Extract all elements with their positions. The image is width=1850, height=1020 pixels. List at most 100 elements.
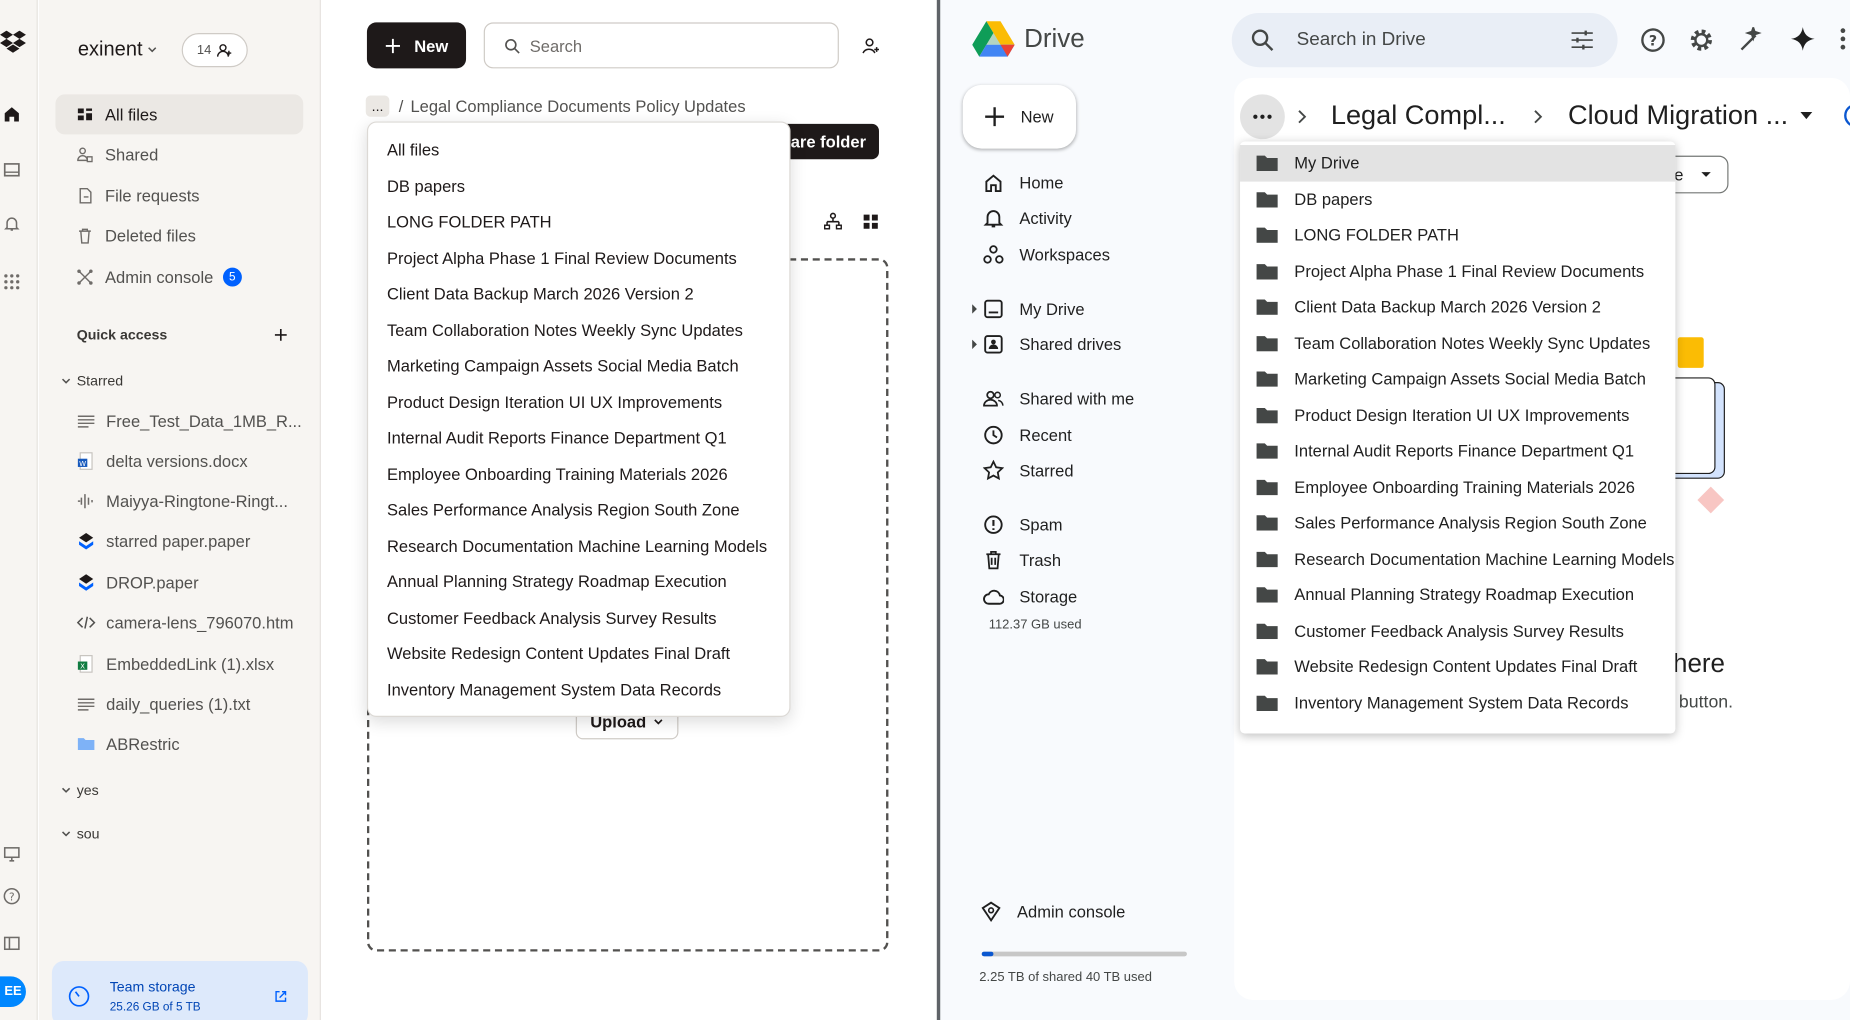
nav-item-recent[interactable]: Recent [983, 417, 1072, 452]
menu-item[interactable]: Project Alpha Phase 1 Final Review Docum… [368, 240, 789, 276]
home-icon[interactable] [2, 105, 21, 124]
more-vertical-icon[interactable] [1839, 26, 1846, 52]
nav-item-home[interactable]: Home [983, 165, 1063, 200]
new-button[interactable]: New [366, 22, 467, 69]
menu-item[interactable]: Annual Planning Strategy Roadmap Executi… [1240, 577, 1675, 613]
menu-item[interactable]: Marketing Campaign Assets Social Media B… [368, 348, 789, 384]
add-person-icon[interactable] [861, 37, 880, 56]
sidebar-item-all-files[interactable]: All files [55, 94, 304, 135]
magic-icon[interactable] [1738, 27, 1764, 53]
menu-item[interactable]: Website Redesign Content Updates Final D… [1240, 649, 1675, 685]
search-input[interactable]: Search [483, 22, 839, 69]
dropbox-logo-icon[interactable] [0, 30, 26, 55]
nav-item-workspaces[interactable]: Workspaces [983, 237, 1110, 272]
sidebar-toggle-icon[interactable] [2, 934, 21, 953]
menu-item[interactable]: Client Data Backup March 2026 Version 2 [368, 276, 789, 312]
sidebar-item-label: All files [105, 104, 158, 124]
invite-members-button[interactable]: 14 [181, 33, 248, 68]
starred-item[interactable]: Wdelta versions.docx [77, 443, 248, 478]
group-toggle[interactable]: sou [60, 825, 100, 842]
menu-item[interactable]: DB papers [368, 168, 789, 204]
starred-item-label: DROP.paper [106, 573, 199, 592]
menu-item[interactable]: Inventory Management System Data Records [1240, 685, 1675, 721]
desktop-app-icon[interactable] [2, 844, 21, 863]
menu-item[interactable]: Customer Feedback Analysis Survey Result… [1240, 613, 1675, 649]
drive-logo[interactable]: Drive [972, 20, 1085, 58]
starred-item[interactable]: X EmbeddedLink (1).xlsx [77, 646, 274, 681]
nav-item-spam[interactable]: Spam [983, 507, 1063, 542]
starred-section-toggle[interactable]: Starred [60, 373, 123, 389]
starred-item[interactable]: starred paper.paper [77, 524, 250, 559]
help-icon[interactable]: ? [2, 887, 21, 906]
breadcrumb-folder[interactable]: Legal Compl... [1331, 99, 1506, 131]
menu-item[interactable]: Internal Audit Reports Finance Departmen… [1240, 433, 1675, 469]
menu-item[interactable]: Internal Audit Reports Finance Departmen… [368, 420, 789, 456]
starred-item[interactable]: DROP.paper [77, 565, 199, 600]
starred-item[interactable]: Free_Test_Data_1MB_R... [77, 403, 302, 438]
breadcrumb-current[interactable]: Legal Compliance Documents Policy Update… [410, 97, 745, 116]
gear-icon[interactable] [1688, 27, 1714, 53]
starred-item[interactable]: Maiyya-Ringtone-Ringt... [77, 483, 288, 518]
menu-item[interactable]: DB papers [1240, 181, 1675, 217]
menu-item[interactable]: Sales Performance Analysis Region South … [368, 492, 789, 528]
nav-item-shared-with-me[interactable]: Shared with me [983, 381, 1134, 416]
nav-item-shared-drives[interactable]: Shared drives [983, 327, 1121, 362]
nav-item-my-drive[interactable]: My Drive [983, 291, 1085, 326]
gemini-sparkle-icon[interactable] [1790, 26, 1816, 52]
menu-item[interactable]: Client Data Backup March 2026 Version 2 [1240, 289, 1675, 325]
menu-item[interactable]: Annual Planning Strategy Roadmap Executi… [368, 564, 789, 600]
photos-icon[interactable] [2, 160, 21, 179]
menu-item[interactable]: Customer Feedback Analysis Survey Result… [368, 600, 789, 636]
team-storage-card[interactable]: Team storage 25.26 GB of 5 TB [51, 961, 308, 1020]
expand-arrow-icon[interactable] [971, 339, 978, 350]
structure-icon[interactable] [824, 212, 843, 231]
menu-item[interactable]: Employee Onboarding Training Materials 2… [1240, 469, 1675, 505]
breadcrumb-more-button[interactable] [1240, 94, 1285, 140]
menu-item[interactable]: Marketing Campaign Assets Social Media B… [1240, 361, 1675, 397]
menu-item[interactable]: Project Alpha Phase 1 Final Review Docum… [1240, 253, 1675, 289]
apps-grid-icon[interactable] [2, 272, 21, 291]
menu-item[interactable]: Research Documentation Machine Learning … [368, 528, 789, 564]
group-toggle[interactable]: yes [60, 782, 99, 798]
sidebar-item-deleted-files[interactable]: Deleted files [55, 216, 303, 256]
add-icon[interactable] [273, 327, 290, 344]
menu-item[interactable]: LONG FOLDER PATH [1240, 217, 1675, 253]
nav-item-starred[interactable]: Starred [982, 453, 1074, 488]
external-link-icon[interactable] [274, 989, 288, 1003]
notifications-icon[interactable] [2, 215, 21, 234]
account-switcher[interactable]: exinent [78, 38, 158, 62]
expand-arrow-icon[interactable] [971, 304, 978, 314]
menu-item[interactable]: My Drive [1240, 145, 1676, 182]
starred-item[interactable]: ABRestric [77, 726, 180, 761]
menu-item[interactable]: Team Collaboration Notes Weekly Sync Upd… [1240, 325, 1675, 361]
drive-search-input[interactable]: Search in Drive [1231, 12, 1618, 68]
breadcrumb-current[interactable]: Cloud Migration ... [1568, 99, 1813, 131]
menu-item[interactable]: Employee Onboarding Training Materials 2… [368, 456, 789, 492]
search-options-icon[interactable] [1570, 29, 1594, 50]
grid-view-icon[interactable] [861, 212, 880, 231]
menu-item[interactable]: All files [368, 132, 789, 168]
menu-item[interactable]: Product Design Iteration UI UX Improveme… [368, 384, 789, 420]
menu-item[interactable]: Team Collaboration Notes Weekly Sync Upd… [368, 312, 789, 348]
sidebar-item-admin-console[interactable]: Admin console 5 [55, 257, 303, 297]
new-button[interactable]: New [962, 84, 1077, 149]
sidebar-item-shared[interactable]: Shared [55, 134, 303, 174]
nav-item-trash[interactable]: Trash [983, 542, 1061, 577]
help-icon[interactable]: ? [1640, 27, 1666, 53]
menu-item[interactable]: LONG FOLDER PATH [368, 204, 789, 240]
starred-item[interactable]: camera-lens_796070.htm [76, 605, 294, 640]
menu-item[interactable]: Sales Performance Analysis Region South … [1240, 505, 1675, 541]
nav-item-activity[interactable]: Activity [983, 200, 1072, 235]
menu-item[interactable]: Inventory Management System Data Records [368, 672, 789, 708]
sidebar-item-file-requests[interactable]: File requests [55, 176, 303, 216]
breadcrumb-more-button[interactable]: ... [365, 95, 390, 117]
avatar[interactable]: EE [0, 976, 26, 1008]
info-icon-partial[interactable] [1844, 103, 1850, 128]
nav-item-admin-console[interactable]: Admin console [980, 894, 1125, 929]
menu-item[interactable]: Product Design Iteration UI UX Improveme… [1240, 397, 1675, 433]
search-placeholder: Search in Drive [1296, 29, 1426, 50]
menu-item[interactable]: Website Redesign Content Updates Final D… [368, 636, 789, 672]
starred-item[interactable]: daily_queries (1).txt [77, 686, 251, 721]
nav-item-storage[interactable]: Storage [983, 579, 1077, 614]
menu-item[interactable]: Research Documentation Machine Learning … [1240, 541, 1675, 577]
